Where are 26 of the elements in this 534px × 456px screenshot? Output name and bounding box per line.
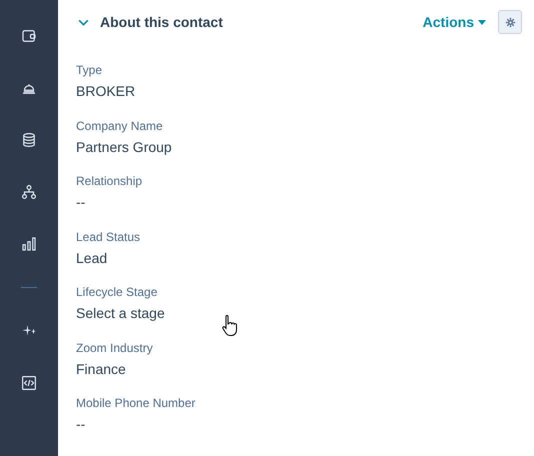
field-value[interactable]: Select a stage [76,303,522,323]
field-value[interactable]: Finance [76,358,522,378]
database-icon[interactable] [20,131,38,149]
hierarchy-icon[interactable] [20,183,38,201]
wallet-icon[interactable] [20,27,38,45]
field-label: Relationship [76,173,144,189]
section-title: About this contact [100,12,223,32]
settings-button[interactable] [498,10,522,34]
hand-cursor-icon [221,314,239,338]
bar-chart-icon[interactable] [20,235,38,253]
field-label: Lead Status [76,228,142,244]
code-icon[interactable] [20,374,38,392]
gear-icon [504,16,516,28]
field-label: Company Name [76,118,164,134]
field-label: Type [76,62,104,78]
caret-icon [478,20,486,24]
field-value[interactable]: BROKER [76,81,522,101]
field-value[interactable]: Lead [76,248,522,268]
field-value[interactable]: -- [76,192,522,212]
field-label: Mobile Phone Number [76,395,196,411]
field-value[interactable]: Partners Group [76,136,522,156]
field-label: Zoom Industry [76,340,154,356]
actions-button[interactable]: Actions [422,12,486,32]
field-value[interactable]: -- [76,414,522,434]
field-label: Lifecycle Stage [76,284,158,300]
sidebar-divider [21,287,37,288]
